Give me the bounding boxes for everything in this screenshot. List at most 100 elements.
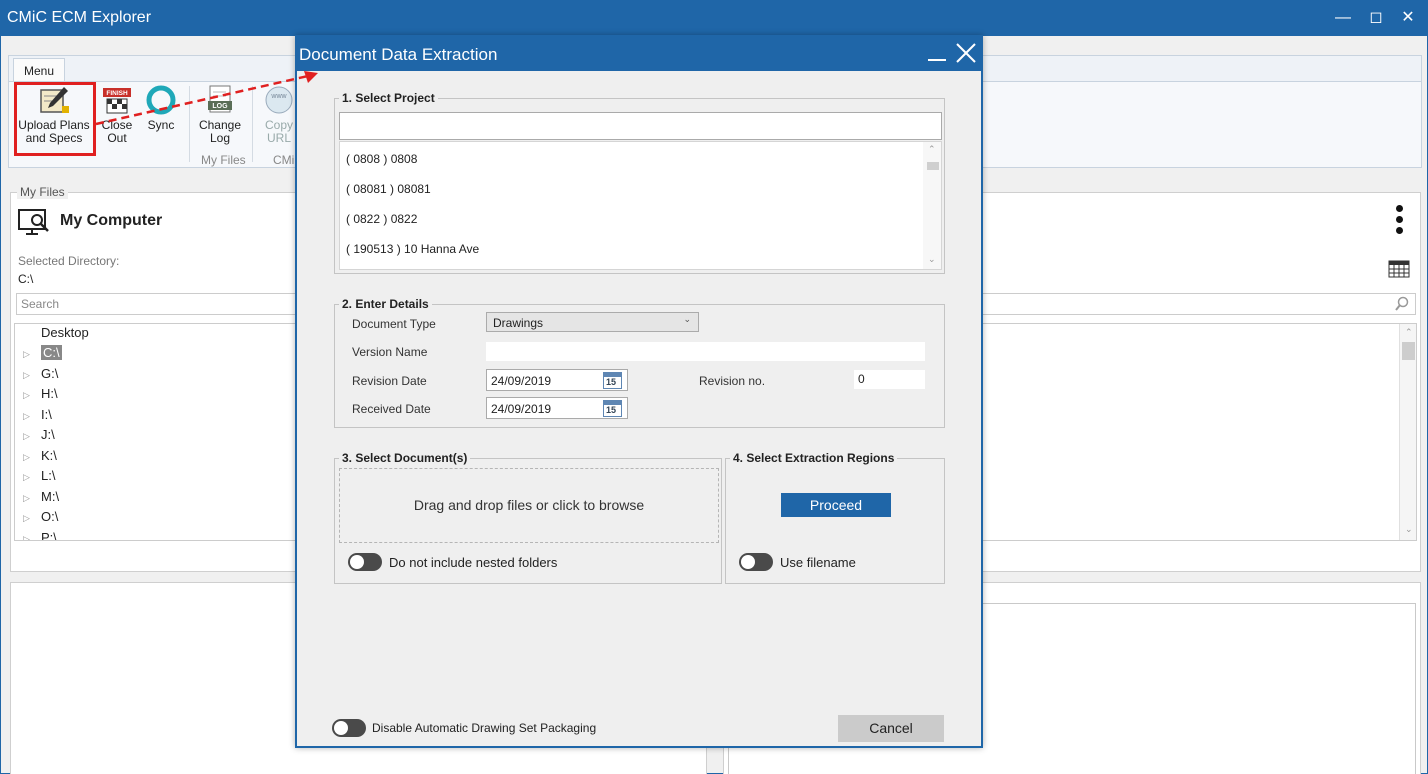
change-log-button[interactable]: LOG Change Log (197, 84, 243, 145)
enter-details-section: 2. Enter Details Document Type Drawings … (334, 297, 945, 428)
extraction-regions-legend: 4. Select Extraction Regions (730, 451, 898, 465)
expand-icon[interactable]: ▷ (23, 406, 41, 426)
scroll-thumb[interactable] (1402, 342, 1415, 360)
tree-item-label: I:\ (41, 407, 52, 422)
copy-url-button[interactable]: www Copy URL (259, 84, 299, 145)
tree-item-k-drive[interactable]: ▷ K:\ (23, 446, 57, 466)
select-project-section: 1. Select Project ( 0808 ) 0808 ( 08081 … (334, 91, 945, 274)
tree-item-label: P:\ (41, 530, 57, 541)
tree-item-h-drive[interactable]: ▷ H:\ (23, 384, 58, 404)
revision-date-value: 24/09/2019 (491, 374, 552, 388)
tree-item-l-drive[interactable]: ▷ L:\ (23, 466, 55, 486)
revision-no-label: Revision no. (699, 374, 766, 388)
upload-plans-icon (38, 84, 70, 116)
received-date-picker[interactable]: 24/09/2019 15 (486, 397, 628, 419)
expand-icon[interactable]: ▷ (23, 365, 41, 385)
tree-item-o-drive[interactable]: ▷ O:\ (23, 507, 58, 527)
tree-scrollbar[interactable]: ⌃ ⌄ (1399, 324, 1416, 540)
selected-directory-value: C:\ (18, 272, 34, 286)
group-label-cmic: CMi (273, 153, 295, 167)
project-list-scrollbar[interactable]: ⌃ ⌄ (923, 142, 941, 269)
my-files-legend: My Files (17, 185, 68, 199)
version-name-input[interactable] (486, 342, 925, 361)
scroll-up-icon[interactable]: ⌃ (928, 144, 936, 155)
selected-directory-label: Selected Directory: (18, 254, 120, 268)
tree-item-p-drive[interactable]: ▷ P:\ (23, 528, 57, 541)
received-date-value: 24/09/2019 (491, 402, 552, 416)
project-item[interactable]: ( 190513 ) 10 Hanna Ave (346, 242, 479, 256)
my-computer-title: My Computer (60, 212, 163, 229)
extraction-regions-section: 4. Select Extraction Regions Proceed Use… (725, 451, 945, 584)
select-documents-section: 3. Select Document(s) Drag and drop file… (334, 451, 722, 584)
dialog-minimize-icon[interactable] (928, 59, 946, 61)
tree-item-desktop[interactable]: Desktop (23, 324, 89, 343)
dialog-titlebar: Document Data Extraction (297, 37, 981, 71)
close-out-label-2: Out (107, 131, 127, 145)
disable-packaging-label: Disable Automatic Drawing Set Packaging (372, 721, 597, 735)
tree-item-label: G:\ (41, 366, 59, 381)
ribbon-separator (252, 86, 253, 162)
tree-item-label: L:\ (41, 468, 56, 483)
dialog-close-icon[interactable] (955, 42, 977, 64)
tree-item-label: J:\ (41, 427, 55, 442)
project-item[interactable]: ( 0808 ) 0808 (346, 152, 417, 166)
tree-item-label: Desktop (41, 325, 89, 340)
scroll-down-icon[interactable]: ⌄ (928, 254, 936, 265)
tree-item-m-drive[interactable]: ▷ M:\ (23, 487, 59, 507)
enter-details-legend: 2. Enter Details (339, 297, 432, 311)
close-icon[interactable]: ✕ (1396, 8, 1420, 28)
file-dropzone[interactable]: Drag and drop files or click to browse (339, 468, 719, 543)
more-options-icon[interactable] (1396, 205, 1404, 238)
expand-icon[interactable]: ▷ (23, 508, 41, 528)
tree-item-i-drive[interactable]: ▷ I:\ (23, 405, 52, 425)
tree-item-label: H:\ (41, 386, 58, 401)
use-filename-toggle[interactable] (739, 553, 773, 571)
expand-icon[interactable]: ▷ (23, 426, 41, 446)
nested-folders-toggle[interactable] (348, 553, 382, 571)
grid-view-icon[interactable] (1388, 260, 1410, 281)
revision-no-input[interactable]: 0 (854, 370, 925, 389)
tree-item-g-drive[interactable]: ▷ G:\ (23, 364, 58, 384)
sync-icon (145, 84, 177, 116)
expand-icon[interactable]: ▷ (23, 529, 41, 540)
tree-item-label: M:\ (41, 489, 60, 504)
project-search-input[interactable] (339, 112, 942, 140)
change-log-icon: LOG (204, 84, 236, 116)
tree-item-j-drive[interactable]: ▷ J:\ (23, 425, 55, 445)
revision-date-label: Revision Date (352, 374, 427, 388)
maximize-icon[interactable]: ◻ (1364, 8, 1388, 28)
select-project-legend: 1. Select Project (339, 91, 438, 105)
document-type-select[interactable]: Drawings ⌄ (486, 312, 699, 332)
proceed-button[interactable]: Proceed (781, 493, 891, 517)
scroll-thumb[interactable] (927, 162, 939, 170)
disable-packaging-toggle[interactable] (332, 719, 366, 737)
expand-icon[interactable]: ▷ (23, 488, 41, 508)
search-icon[interactable] (1394, 296, 1410, 315)
version-name-label: Version Name (352, 345, 428, 359)
expand-icon[interactable]: ▷ (23, 447, 41, 467)
group-label-my-files: My Files (201, 153, 246, 167)
calendar-icon[interactable]: 15 (603, 400, 622, 417)
tree-item-c-drive[interactable]: ▷ C:\ (23, 343, 62, 363)
app-title: CMiC ECM Explorer (7, 9, 152, 26)
scroll-up-icon[interactable]: ⌃ (1405, 327, 1413, 338)
cancel-button[interactable]: Cancel (838, 715, 944, 742)
copy-url-label-2: URL (266, 131, 291, 145)
close-out-button[interactable]: FINISH Close Out (97, 84, 137, 145)
document-type-value: Drawings (493, 316, 544, 330)
upload-plans-button[interactable]: Upload Plans and Specs (17, 84, 91, 145)
expand-icon[interactable]: ▷ (23, 467, 41, 487)
project-item[interactable]: ( 0822 ) 0822 (346, 212, 417, 226)
computer-search-icon (18, 209, 50, 240)
revision-date-picker[interactable]: 24/09/2019 15 (486, 369, 628, 391)
project-item[interactable]: ( 08081 ) 08081 (346, 182, 431, 196)
expand-icon[interactable]: ▷ (23, 385, 41, 405)
minimize-icon[interactable]: — (1331, 8, 1355, 28)
chevron-down-icon: ⌄ (683, 314, 691, 324)
scroll-down-icon[interactable]: ⌄ (1405, 524, 1413, 535)
tab-menu[interactable]: Menu (13, 58, 65, 82)
change-log-label-2: Log (209, 131, 231, 145)
expand-icon[interactable]: ▷ (23, 344, 41, 364)
calendar-icon[interactable]: 15 (603, 372, 622, 389)
sync-button[interactable]: Sync (143, 84, 179, 132)
